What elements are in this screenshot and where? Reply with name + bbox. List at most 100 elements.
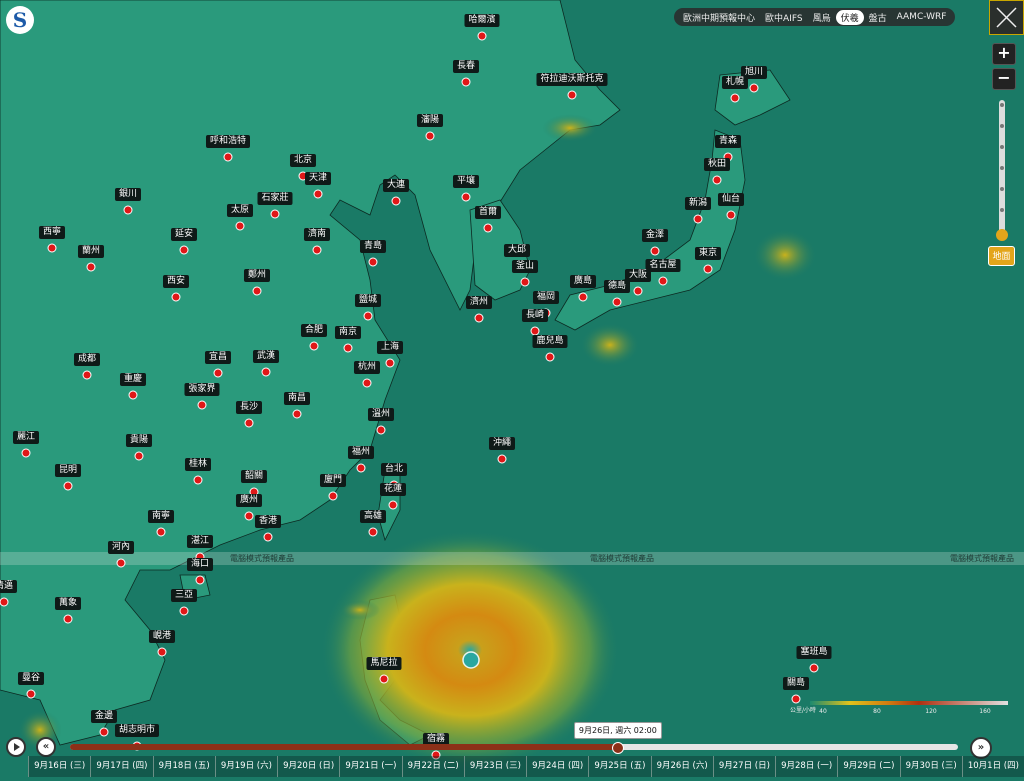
city-label: 海口: [186, 558, 214, 571]
legend-tick: 40: [819, 708, 827, 715]
city-label: 韶關: [240, 470, 268, 483]
zoom-in-button[interactable]: +: [992, 43, 1016, 65]
play-button[interactable]: [6, 737, 26, 757]
timeline-day[interactable]: 9月29日 (二): [837, 756, 900, 777]
city-label: 杭州: [353, 361, 381, 374]
model-ecmwf[interactable]: 歐洲中期預報中心: [678, 10, 760, 25]
city-dot: [362, 378, 372, 388]
city-dot: [235, 221, 245, 231]
map-background: [0, 0, 1024, 777]
timeline-day[interactable]: 9月23日 (三): [463, 756, 526, 777]
fast-forward-icon: »: [977, 742, 985, 753]
city-label: 高雄: [359, 510, 387, 523]
timeline-day[interactable]: 9月16日 (三): [28, 756, 91, 777]
city-label: 武漢: [252, 350, 280, 363]
city-label: 張家界: [184, 383, 220, 396]
timeline-track[interactable]: [70, 744, 958, 750]
city-dot: [749, 83, 759, 93]
city-label: 萬象: [54, 597, 82, 610]
level-step[interactable]: [1000, 166, 1004, 170]
level-step[interactable]: [1000, 187, 1004, 191]
model-fengwu[interactable]: 風烏: [808, 10, 836, 25]
city-label: 福岡: [532, 291, 560, 304]
city-dot: [179, 606, 189, 616]
city-label: 宜昌: [204, 351, 232, 364]
city-label: 蘭州: [77, 245, 105, 258]
level-slider-handle[interactable]: [996, 229, 1008, 241]
city-label: 廣州: [235, 494, 263, 507]
city-label: 三亞: [170, 589, 198, 602]
city-label: 福州: [347, 446, 375, 459]
logo[interactable]: S: [6, 6, 34, 34]
city-label: 北京: [289, 154, 317, 167]
city-dot: [82, 370, 92, 380]
city-dot: [612, 297, 622, 307]
city-label: 東京: [694, 247, 722, 260]
model-pangu[interactable]: 盤古: [864, 10, 892, 25]
level-label[interactable]: 地面: [988, 246, 1015, 266]
city-dot: [244, 418, 254, 428]
city-label: 花蓮: [379, 483, 407, 496]
weather-map[interactable]: [0, 0, 1024, 777]
close-button[interactable]: [989, 0, 1024, 35]
play-icon: [14, 743, 20, 751]
timeline-day[interactable]: 9月17日 (四): [90, 756, 153, 777]
level-step[interactable]: [1000, 145, 1004, 149]
legend-tick: 80: [873, 708, 881, 715]
rewind-button[interactable]: «: [36, 737, 56, 757]
zoom-out-button[interactable]: −: [992, 68, 1016, 90]
city-dot: [356, 463, 366, 473]
city-label: 河內: [107, 541, 135, 554]
city-dot: [379, 674, 389, 684]
city-label: 清邁: [0, 580, 18, 593]
timeline-day[interactable]: 9月28日 (一): [775, 756, 838, 777]
city-dot: [195, 575, 205, 585]
city-label: 青島: [359, 240, 387, 253]
city-dot: [313, 189, 323, 199]
timeline-day[interactable]: 9月22日 (二): [401, 756, 464, 777]
city-label: 鄭州: [243, 269, 271, 282]
timeline-day[interactable]: 9月27日 (日): [712, 756, 775, 777]
timeline-day[interactable]: 9月20日 (日): [277, 756, 340, 777]
legend-tick: 120: [925, 708, 937, 715]
city-label: 麗江: [12, 431, 40, 444]
city-label: 太原: [226, 204, 254, 217]
city-dot: [730, 93, 740, 103]
timeline: « 9月26日, 週六 02:00 » 9月16日 (三) 9月17日 (四) 9月…: [0, 722, 1024, 777]
city-dot: [461, 77, 471, 87]
city-dot: [461, 192, 471, 202]
typhoon-eye: [462, 651, 480, 669]
timeline-day[interactable]: 9月18日 (五): [152, 756, 215, 777]
city-label: 大連: [382, 179, 410, 192]
city-dot: [213, 368, 223, 378]
timeline-day[interactable]: 9月19日 (六): [214, 756, 277, 777]
timeline-day[interactable]: 9月30日 (三): [899, 756, 962, 777]
day-strip: 9月16日 (三) 9月17日 (四) 9月18日 (五) 9月19日 (六) 9月20…: [28, 756, 1024, 777]
logo-glyph: S: [12, 8, 28, 32]
level-step[interactable]: [1000, 103, 1004, 107]
city-label: 鹽城: [354, 294, 382, 307]
city-label: 長崎: [521, 309, 549, 322]
city-label: 合肥: [300, 324, 328, 337]
model-fuxi[interactable]: 伏羲: [835, 9, 864, 25]
level-step[interactable]: [1000, 124, 1004, 128]
timeline-handle[interactable]: [611, 742, 624, 754]
model-aifs[interactable]: 歐中AIFS: [760, 10, 808, 25]
city-dot: [474, 313, 484, 323]
city-label: 釜山: [511, 260, 539, 273]
timeline-progress: [70, 744, 618, 750]
city-label: 峴港: [148, 630, 176, 643]
city-label: 湛江: [186, 535, 214, 548]
timeline-day[interactable]: 9月24日 (四): [526, 756, 589, 777]
model-aamc-wrf[interactable]: AAMC-WRF: [892, 11, 952, 23]
city-label: 呼和浩特: [205, 135, 251, 148]
city-label: 延安: [170, 228, 198, 241]
timeline-day[interactable]: 10月1日 (四): [961, 756, 1024, 777]
timeline-day[interactable]: 9月26日 (六): [650, 756, 713, 777]
banner-text: 電腦模式預報產品: [230, 554, 294, 563]
timeline-day[interactable]: 9月21日 (一): [339, 756, 402, 777]
city-label: 濟州: [465, 296, 493, 309]
timeline-day[interactable]: 9月25日 (五): [588, 756, 651, 777]
city-dot: [292, 409, 302, 419]
level-step[interactable]: [1000, 208, 1004, 212]
